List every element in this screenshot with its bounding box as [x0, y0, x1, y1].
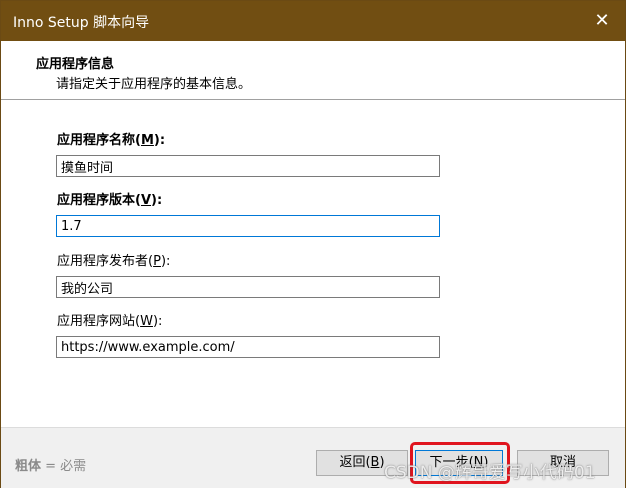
page-subtitle: 请指定关于应用程序的基本信息。: [56, 77, 252, 92]
form-area: 应用程序名称(M): 应用程序版本(V): 应用程序发布者(P): 应用程序网站…: [1, 100, 625, 427]
app-publisher-input[interactable]: [56, 276, 440, 298]
wizard-footer: 粗体 = 必需 返回(B) 下一步(N) 取消: [1, 427, 625, 488]
app-name-input[interactable]: [56, 155, 440, 177]
app-version-input[interactable]: [56, 215, 440, 237]
app-website-label: 应用程序网站(W):: [57, 314, 163, 329]
wizard-window: Inno Setup 脚本向导 ✕ 应用程序信息 请指定关于应用程序的基本信息。…: [0, 0, 626, 488]
required-legend: 粗体 = 必需: [15, 459, 87, 474]
next-button-highlight: [410, 442, 510, 484]
close-icon[interactable]: ✕: [579, 1, 625, 41]
app-website-input[interactable]: [56, 336, 440, 358]
page-header: 应用程序信息 请指定关于应用程序的基本信息。: [1, 41, 625, 100]
app-version-label: 应用程序版本(V):: [57, 193, 163, 208]
page-title: 应用程序信息: [36, 57, 115, 72]
cancel-button[interactable]: 取消: [517, 450, 609, 476]
app-name-label: 应用程序名称(M):: [57, 133, 166, 148]
title-bar: Inno Setup 脚本向导 ✕: [1, 1, 625, 41]
app-publisher-label: 应用程序发布者(P):: [57, 254, 171, 269]
back-button[interactable]: 返回(B): [316, 450, 408, 476]
window-title: Inno Setup 脚本向导: [13, 15, 150, 31]
